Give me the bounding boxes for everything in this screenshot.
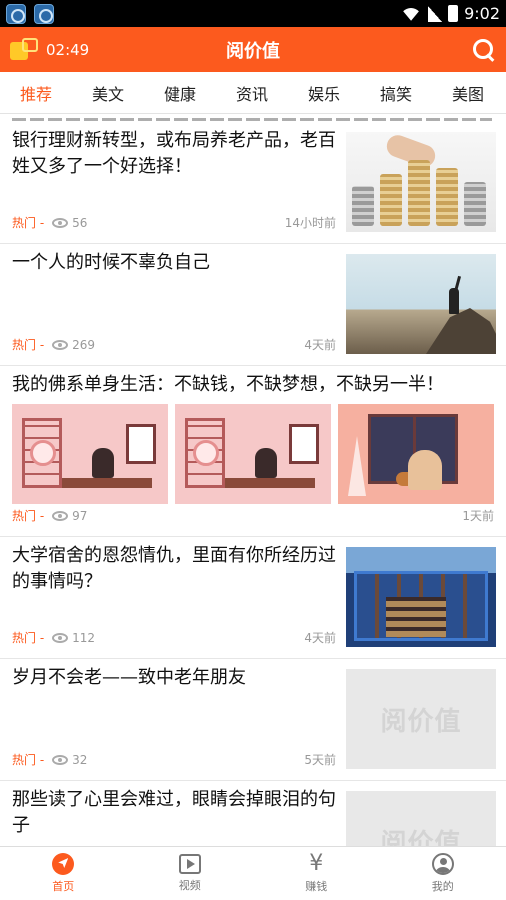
article-item[interactable]: 那些读了心里会难过，眼睛会掉眼泪的句子 阅价值 xyxy=(0,781,506,846)
status-bar: 9:02 xyxy=(0,0,506,27)
article-feed[interactable]: 银行理财新转型，或布局养老产品，老百姓又多了一个好选择！ 热门 - 56 14小… xyxy=(0,114,506,846)
nav-video[interactable]: 视频 xyxy=(127,847,254,900)
article-meta: 热门 - 32 5天前 xyxy=(12,751,336,768)
view-count: 269 xyxy=(72,337,96,352)
article-item[interactable]: 岁月不会老——致中老年朋友 热门 - 32 5天前 阅价值 xyxy=(0,659,506,781)
publish-time: 14小时前 xyxy=(284,216,336,230)
article-meta: 热门 - 112 4天前 xyxy=(12,629,336,646)
article-item[interactable]: 我的佛系单身生活：不缺钱，不缺梦想，不缺另一半！ 热门 - 97 1天前 xyxy=(0,366,506,537)
tab-funny[interactable]: 搞笑 xyxy=(360,81,432,105)
video-icon xyxy=(178,854,201,874)
previous-item-peek xyxy=(0,114,506,122)
nav-label: 我的 xyxy=(431,880,454,893)
article-meta: 热门 - 97 1天前 xyxy=(12,507,494,524)
signal-icon xyxy=(428,5,443,22)
status-time: 9:02 xyxy=(464,4,500,23)
timer-text: 02:49 xyxy=(46,40,90,59)
nav-earn[interactable]: ¥ 赚钱 xyxy=(253,847,380,900)
search-icon[interactable] xyxy=(472,38,496,62)
article-title: 大学宿舍的恩怨情仇，里面有你所经历过的事情吗？ xyxy=(12,545,336,592)
home-icon xyxy=(52,853,75,875)
tab-entertainment[interactable]: 娱乐 xyxy=(288,81,360,105)
article-meta: 热门 - 56 14小时前 xyxy=(12,214,336,231)
article-thumbnail xyxy=(338,404,494,504)
view-count: 112 xyxy=(72,630,96,645)
wifi-icon xyxy=(400,6,422,22)
page-title: 阅价值 xyxy=(226,40,280,62)
hot-tag: 热门 - xyxy=(12,216,45,230)
tab-essays[interactable]: 美文 xyxy=(72,81,144,105)
app-header: 02:49 阅价值 xyxy=(0,27,506,72)
article-item[interactable]: 大学宿舍的恩怨情仇，里面有你所经历过的事情吗？ 热门 - 112 4天前 xyxy=(0,537,506,659)
article-thumbnail xyxy=(346,547,496,647)
eye-icon xyxy=(52,217,69,228)
publish-time: 4天前 xyxy=(304,631,336,645)
thumbnail-placeholder: 阅价值 xyxy=(346,669,496,769)
publish-time: 5天前 xyxy=(304,753,336,767)
thumbnail-placeholder: 阅价值 xyxy=(346,791,496,846)
article-thumbnail xyxy=(346,254,496,354)
notification-app-icon xyxy=(6,3,26,24)
nav-label: 视频 xyxy=(178,879,201,892)
hot-tag: 热门 - xyxy=(12,631,45,645)
nav-label: 首页 xyxy=(52,880,75,893)
article-item[interactable]: 一个人的时候不辜负自己 热门 - 269 4天前 xyxy=(0,244,506,366)
notification-app-icon xyxy=(34,3,54,24)
article-thumbnail xyxy=(12,404,168,504)
category-tabs: 推荐 美文 健康 资讯 娱乐 搞笑 美图 xyxy=(0,72,506,114)
eye-icon xyxy=(52,339,69,350)
placeholder-logo: 阅价值 xyxy=(380,828,462,847)
eye-icon xyxy=(52,510,69,521)
publish-time: 1天前 xyxy=(462,509,494,523)
hot-tag: 热门 - xyxy=(12,338,45,352)
article-title: 岁月不会老——致中老年朋友 xyxy=(12,667,246,688)
tab-recommend[interactable]: 推荐 xyxy=(0,81,72,105)
hot-tag: 热门 - xyxy=(12,509,45,523)
nav-me[interactable]: 我的 xyxy=(380,847,506,900)
view-count: 32 xyxy=(72,752,88,767)
article-title: 一个人的时候不辜负自己 xyxy=(12,252,210,273)
placeholder-logo: 阅价值 xyxy=(380,706,462,737)
article-item[interactable]: 银行理财新转型，或布局养老产品，老百姓又多了一个好选择！ 热门 - 56 14小… xyxy=(0,122,506,244)
yen-icon: ¥ xyxy=(309,851,324,876)
reward-timer-icon xyxy=(10,37,40,62)
battery-icon xyxy=(448,5,459,22)
article-title: 我的佛系单身生活：不缺钱，不缺梦想，不缺另一半！ xyxy=(12,374,444,395)
view-count: 97 xyxy=(72,508,88,523)
bottom-navigation: 首页 视频 ¥ 赚钱 我的 xyxy=(0,846,506,900)
article-thumbnail xyxy=(346,132,496,232)
hot-tag: 热门 - xyxy=(12,753,45,767)
reading-timer[interactable]: 02:49 xyxy=(10,37,90,62)
nav-label: 赚钱 xyxy=(305,880,328,893)
article-title: 那些读了心里会难过，眼睛会掉眼泪的句子 xyxy=(12,789,336,836)
nav-home[interactable]: 首页 xyxy=(0,847,127,900)
article-thumbnail xyxy=(175,404,331,504)
article-meta: 热门 - 269 4天前 xyxy=(12,336,336,353)
article-title: 银行理财新转型，或布局养老产品，老百姓又多了一个好选择！ xyxy=(12,130,336,177)
publish-time: 4天前 xyxy=(304,338,336,352)
tab-photos[interactable]: 美图 xyxy=(432,81,504,105)
tab-health[interactable]: 健康 xyxy=(144,81,216,105)
eye-icon xyxy=(52,754,69,765)
profile-icon xyxy=(431,853,454,875)
eye-icon xyxy=(52,632,69,643)
tab-news[interactable]: 资讯 xyxy=(216,81,288,105)
view-count: 56 xyxy=(72,215,88,230)
